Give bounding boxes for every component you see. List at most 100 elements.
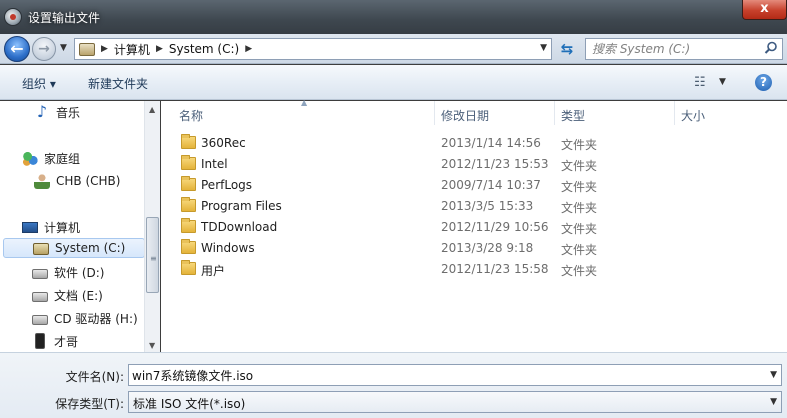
nav-item-homegroup[interactable]: 家庭组 (22, 148, 80, 168)
view-options-icon[interactable]: ☷ (694, 75, 706, 90)
nav-item-drive-d[interactable]: 软件 (D:) (32, 262, 104, 282)
back-button[interactable]: ← (4, 36, 30, 62)
nav-item-label: CHB (CHB) (56, 174, 121, 188)
nav-item-label: 软件 (D:) (54, 265, 105, 280)
folder-icon (181, 155, 196, 170)
breadcrumb-system-c[interactable]: System (C:) (169, 42, 239, 56)
recent-locations-dropdown[interactable]: ▼ (60, 43, 67, 53)
close-button[interactable]: x (742, 0, 787, 20)
forward-arrow-icon: → (38, 41, 50, 57)
file-date: 2009/7/14 10:37 (441, 178, 541, 192)
filetype-select[interactable]: 标准 ISO 文件(*.iso) ▼ (128, 391, 782, 413)
system-drive-icon (33, 243, 49, 255)
grip-icon: ≡ (150, 254, 157, 263)
filename-label: 文件名(N): (65, 370, 124, 384)
file-name: Program Files (201, 199, 282, 213)
folder-icon (181, 197, 196, 212)
column-header-size[interactable]: 大小 (675, 101, 775, 125)
table-row[interactable]: Windows 2013/3/28 9:18 文件夹 (161, 238, 787, 259)
back-arrow-icon: ← (10, 39, 24, 58)
table-row[interactable]: Intel 2012/11/23 15:53 文件夹 (161, 154, 787, 175)
nav-item-label: 计算机 (44, 220, 81, 235)
nav-item-chb[interactable]: CHB (CHB) (34, 171, 120, 191)
column-header-type[interactable]: 类型 (555, 101, 675, 125)
column-header-name[interactable]: ▲ 名称 (161, 98, 435, 125)
nav-item-system-c[interactable]: System (C:) (3, 238, 145, 258)
nav-item-phone[interactable]: 才哥 (32, 331, 78, 351)
search-icon[interactable] (764, 41, 778, 55)
file-date: 2013/3/28 9:18 (441, 241, 534, 255)
file-name: 360Rec (201, 136, 246, 150)
title-bar: 设置输出文件 x (0, 0, 787, 34)
column-header-label: 修改日期 (441, 109, 490, 123)
refresh-button[interactable]: ⇆ (555, 38, 579, 60)
file-date: 2012/11/29 10:56 (441, 220, 549, 234)
sort-ascending-icon: ▲ (301, 98, 308, 107)
scroll-down-icon[interactable]: ▼ (149, 341, 155, 350)
file-name: Intel (201, 157, 228, 171)
file-list: ▲ 名称 修改日期 类型 大小 360Rec 2013/1/14 14:56 文… (161, 98, 787, 352)
save-options-panel: 文件名(N): ▼ 保存类型(T): 标准 ISO 文件(*.iso) ▼ (0, 352, 787, 418)
filename-dropdown-icon[interactable]: ▼ (770, 370, 777, 380)
file-type: 文件夹 (561, 180, 598, 194)
address-dropdown[interactable]: ▼ (540, 43, 547, 53)
user-icon (34, 173, 50, 189)
scrollbar-thumb[interactable]: ≡ (146, 217, 159, 293)
file-date: 2012/11/23 15:53 (441, 157, 549, 171)
view-options-dropdown[interactable]: ▼ (719, 77, 726, 87)
music-icon: ♪ (36, 102, 48, 121)
table-row[interactable]: Program Files 2013/3/5 15:33 文件夹 (161, 196, 787, 217)
filename-input[interactable] (132, 367, 752, 383)
column-header-label: 名称 (179, 109, 204, 123)
app-icon (4, 8, 22, 26)
new-folder-button[interactable]: 新建文件夹 (88, 75, 148, 92)
folder-icon (181, 134, 196, 149)
table-row[interactable]: 用户 2012/11/23 15:58 文件夹 (161, 259, 787, 280)
nav-item-drive-e[interactable]: 文档 (E:) (32, 285, 103, 305)
filetype-dropdown-icon[interactable]: ▼ (770, 397, 777, 407)
filetype-value: 标准 ISO 文件(*.iso) (133, 397, 246, 411)
table-row[interactable]: TDDownload 2012/11/29 10:56 文件夹 (161, 217, 787, 238)
address-bar[interactable]: ▶ 计算机 ▶ System (C:) ▶ ▼ (74, 38, 552, 60)
folder-icon (181, 218, 196, 233)
file-date: 2013/1/14 14:56 (441, 136, 541, 150)
folder-icon (181, 260, 196, 275)
nav-item-computer[interactable]: 计算机 (22, 217, 80, 237)
breadcrumb-chevron-icon[interactable]: ▶ (101, 44, 108, 54)
nav-pane-scrollbar[interactable]: ▲ ≡ ▼ (144, 101, 160, 352)
breadcrumb-chevron-icon[interactable]: ▶ (245, 44, 252, 54)
refresh-icon: ⇆ (560, 40, 574, 58)
navigation-pane: ♪ 音乐 家庭组 CHB (CHB) 计算机 System (C:) 软件 (D… (0, 101, 160, 352)
help-icon: ? (760, 75, 767, 89)
search-input[interactable] (592, 41, 752, 57)
nav-item-label: CD 驱动器 (H:) (54, 311, 138, 326)
table-row[interactable]: 360Rec 2013/1/14 14:56 文件夹 (161, 133, 787, 154)
file-type: 文件夹 (561, 201, 598, 215)
file-type: 文件夹 (561, 222, 598, 236)
phone-icon (35, 333, 45, 349)
folder-icon (181, 239, 196, 254)
breadcrumb-computer[interactable]: 计算机 (114, 41, 150, 58)
filename-field[interactable]: ▼ (128, 364, 782, 386)
filetype-label: 保存类型(T): (55, 397, 124, 411)
table-row[interactable]: PerfLogs 2009/7/14 10:37 文件夹 (161, 175, 787, 196)
scroll-up-icon[interactable]: ▲ (149, 105, 155, 114)
homegroup-icon (22, 150, 38, 166)
navigation-bar: ← → ▼ ▶ 计算机 ▶ System (C:) ▶ ▼ ⇆ (0, 34, 787, 64)
file-type: 文件夹 (561, 243, 598, 257)
cd-drive-icon (32, 314, 48, 325)
nav-item-music[interactable]: ♪ 音乐 (34, 102, 80, 122)
file-name: 用户 (201, 264, 226, 278)
breadcrumb-chevron-icon[interactable]: ▶ (156, 44, 163, 54)
file-date: 2013/3/5 15:33 (441, 199, 534, 213)
forward-button[interactable]: → (32, 37, 56, 61)
help-button[interactable]: ? (755, 74, 772, 91)
nav-item-label: 文档 (E:) (54, 288, 103, 303)
column-header-date[interactable]: 修改日期 (435, 101, 555, 125)
file-name: TDDownload (201, 220, 278, 234)
nav-item-cd-drive-h[interactable]: CD 驱动器 (H:) (32, 308, 138, 328)
toolbar: 组织 ▾ 新建文件夹 ☷ ▼ ? (0, 65, 787, 100)
file-name: PerfLogs (201, 178, 253, 192)
search-box[interactable] (585, 38, 783, 60)
organize-button[interactable]: 组织 ▾ (22, 75, 56, 92)
